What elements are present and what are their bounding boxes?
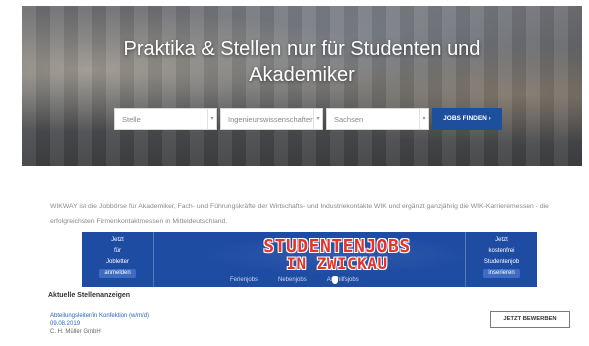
job-search-form: Stelle ▾ Ingenieurswissenschaften ▾ Sach…	[114, 108, 502, 130]
field-value: Ingenieurswissenschaften	[228, 115, 315, 124]
banner-logo: STUDENTENJOBS IN ZWICKAU	[202, 235, 472, 275]
jobletter-line2: für	[113, 248, 121, 254]
hand-cursor-icon	[332, 276, 338, 284]
job-title-link[interactable]: Abteilungsleiter/in Konfektion (w/m/d)	[50, 312, 149, 320]
jobletter-line3: Jobletter	[105, 259, 129, 265]
post-job-line2: kostenfrei	[488, 248, 515, 254]
job-type-value: Stelle	[122, 115, 141, 124]
section-title: Aktuelle Stellenanzeigen	[48, 292, 131, 299]
banner-link-nebenjobs[interactable]: Nebenjobs	[278, 277, 307, 283]
banner-links: Ferienjobs Nebenjobs Aushilfsjobs	[230, 277, 359, 283]
studentenjobs-banner[interactable]: Jetzt für Jobletter anmelden STUDENTENJO…	[82, 232, 537, 287]
hero-title: Praktika & Stellen nur für Studenten und…	[22, 36, 582, 88]
hero-title-line2: Akademiker	[249, 64, 355, 86]
page: Praktika & Stellen nur für Studenten und…	[0, 0, 589, 346]
region-select[interactable]: Sachsen ▾	[326, 108, 429, 130]
jobletter-signup-button[interactable]: anmelden	[99, 269, 136, 278]
post-job-line3: Studentenjob	[483, 259, 520, 265]
jobletter-box: Jetzt für Jobletter anmelden	[82, 232, 154, 287]
post-job-box: Jetzt kostenfrei Studentenjob inserieren	[465, 232, 537, 287]
post-job-button[interactable]: inserieren	[483, 269, 520, 278]
jobletter-line1: Jetzt	[111, 237, 124, 243]
find-jobs-button[interactable]: JOBS FINDEN ›	[432, 108, 502, 130]
job-listing: Abteilungsleiter/in Konfektion (w/m/d) 0…	[50, 312, 149, 336]
chevron-down-icon: ▾	[419, 109, 428, 129]
apply-button[interactable]: JETZT BEWERBEN	[490, 311, 570, 328]
banner-title-line2: IN ZWICKAU	[286, 254, 388, 273]
job-date: 09.08.2019	[50, 321, 81, 327]
hero-banner: Praktika & Stellen nur für Studenten und…	[22, 6, 582, 166]
job-type-select[interactable]: Stelle ▾	[114, 108, 217, 130]
job-company: C. H. Müller GmbH	[50, 329, 101, 335]
region-value: Sachsen	[334, 115, 364, 124]
chevron-down-icon: ▾	[207, 109, 216, 129]
field-select[interactable]: Ingenieurswissenschaften ▾	[220, 108, 323, 130]
hero-title-line1: Praktika & Stellen nur für Studenten und	[123, 38, 481, 60]
post-job-line1: Jetzt	[495, 237, 508, 243]
chevron-down-icon: ▾	[313, 109, 322, 129]
intro-text: WIKWAY ist die Jobbörse für Akademiker, …	[50, 203, 549, 225]
banner-link-ferienjobs[interactable]: Ferienjobs	[230, 277, 258, 283]
